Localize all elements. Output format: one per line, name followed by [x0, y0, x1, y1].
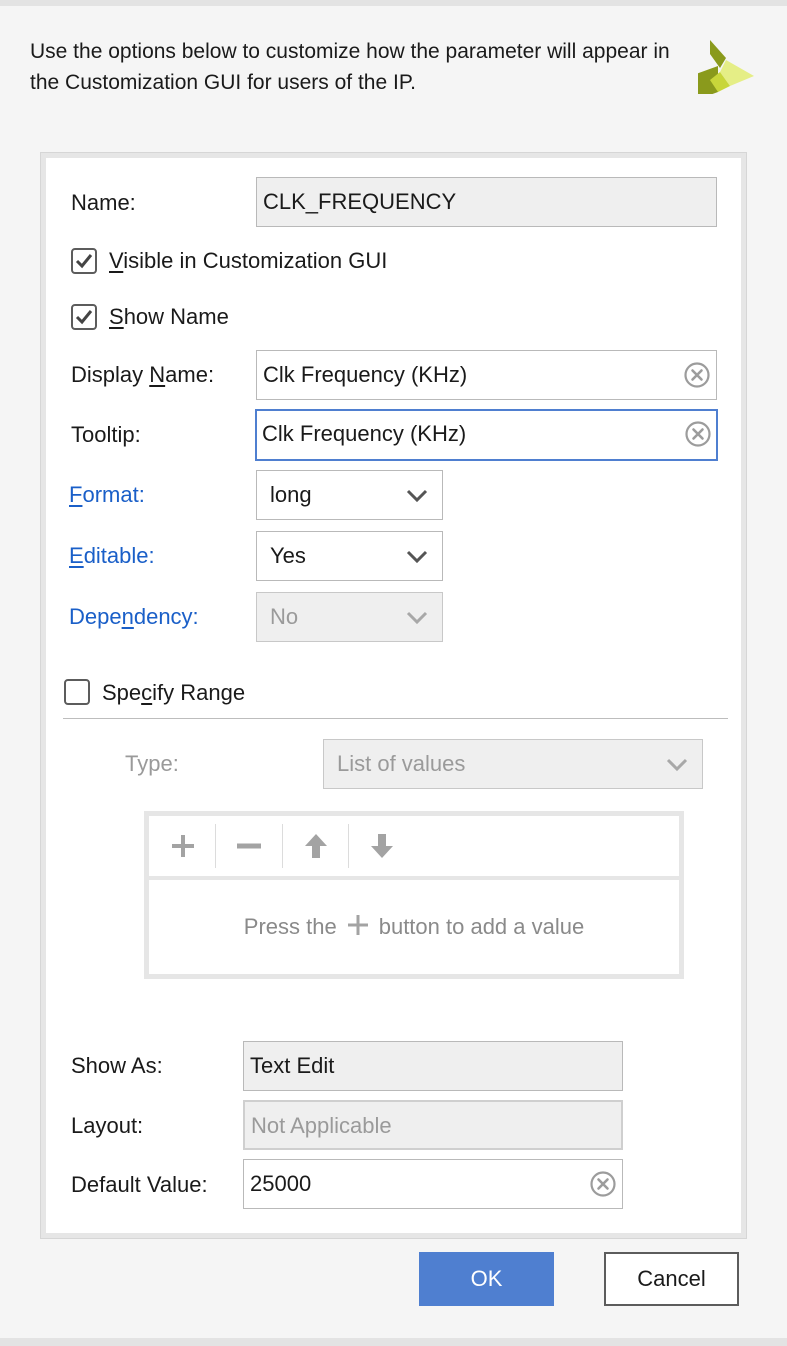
- default-value-label: Default Value:: [71, 1172, 208, 1197]
- arrow-up-icon: [305, 834, 327, 858]
- layout-label: Layout:: [71, 1113, 144, 1138]
- tooltip-value: Clk Frequency (KHz): [262, 421, 467, 446]
- empty-list-hint: Press the button to add a value: [149, 880, 679, 974]
- editable-label: Editable:: [69, 543, 155, 568]
- toolbar-separator: [282, 824, 283, 868]
- remove-value-button: [227, 824, 271, 868]
- xilinx-logo-icon: [696, 36, 756, 100]
- move-down-button: [360, 824, 404, 868]
- clear-icon[interactable]: [684, 362, 710, 388]
- chevron-down-icon: [666, 758, 688, 772]
- bottom-border: [0, 1338, 787, 1346]
- clear-icon[interactable]: [685, 421, 711, 447]
- top-border: [0, 0, 787, 6]
- toolbar-separator: [348, 824, 349, 868]
- show-as-field: Text Edit: [243, 1041, 623, 1091]
- move-up-button: [294, 824, 338, 868]
- default-value-text: 25000: [250, 1171, 312, 1196]
- checkmark-icon: [75, 310, 93, 325]
- default-value-input[interactable]: 25000: [243, 1159, 623, 1209]
- plus-icon: [172, 835, 194, 857]
- range-type-select: List of values: [323, 739, 703, 789]
- visible-in-gui-checkbox[interactable]: [71, 248, 97, 274]
- chevron-down-icon: [406, 611, 428, 625]
- display-name-input[interactable]: Clk Frequency (KHz): [256, 350, 717, 400]
- parameter-options-panel: Name: CLK_FREQUENCY Visible in Customiza…: [40, 152, 747, 1239]
- toolbar-separator: [215, 824, 216, 868]
- range-type-label: Type:: [125, 751, 179, 776]
- checkmark-icon: [75, 254, 93, 269]
- range-values-list: Press the button to add a value: [144, 811, 684, 979]
- cancel-button[interactable]: Cancel: [604, 1252, 739, 1306]
- ok-button[interactable]: OK: [419, 1252, 554, 1306]
- show-as-value: Text Edit: [250, 1053, 335, 1078]
- hint-text-before: Press the: [243, 914, 337, 939]
- display-name-value: Clk Frequency (KHz): [263, 362, 468, 387]
- show-name-label[interactable]: Show Name: [109, 304, 229, 330]
- layout-value: Not Applicable: [251, 1113, 392, 1138]
- display-name-label: Display Name:: [71, 362, 215, 387]
- layout-field: Not Applicable: [243, 1100, 623, 1150]
- range-type-value: List of values: [337, 751, 466, 776]
- specify-range-label[interactable]: Specify Range: [102, 680, 245, 706]
- dependency-label: Dependency:: [69, 604, 199, 629]
- arrow-down-icon: [371, 834, 393, 858]
- intro-text: Use the options below to customize how t…: [30, 40, 670, 94]
- plus-icon: [347, 915, 368, 935]
- format-value: long: [270, 482, 312, 507]
- hint-text-after: button to add a value: [378, 914, 585, 939]
- tooltip-label: Tooltip:: [71, 422, 141, 447]
- format-label: Format:: [69, 482, 145, 507]
- show-as-label: Show As:: [71, 1053, 163, 1078]
- dependency-select: No: [256, 592, 443, 642]
- tooltip-input[interactable]: Clk Frequency (KHz): [255, 409, 718, 461]
- format-select[interactable]: long: [256, 470, 443, 520]
- clear-icon[interactable]: [590, 1171, 616, 1197]
- range-divider: [63, 718, 728, 719]
- editable-select[interactable]: Yes: [256, 531, 443, 581]
- add-value-button: [161, 824, 205, 868]
- show-name-checkbox[interactable]: [71, 304, 97, 330]
- name-label: Name:: [71, 190, 136, 215]
- name-field[interactable]: CLK_FREQUENCY: [256, 177, 717, 227]
- chevron-down-icon: [406, 489, 428, 503]
- editable-value: Yes: [270, 543, 306, 568]
- chevron-down-icon: [406, 550, 428, 564]
- name-value: CLK_FREQUENCY: [263, 189, 457, 214]
- minus-icon: [237, 843, 261, 849]
- dependency-value: No: [270, 604, 299, 629]
- specify-range-checkbox[interactable]: [64, 679, 90, 705]
- visible-in-gui-label[interactable]: Visible in Customization GUI: [109, 248, 387, 274]
- range-values-toolbar: [149, 816, 679, 880]
